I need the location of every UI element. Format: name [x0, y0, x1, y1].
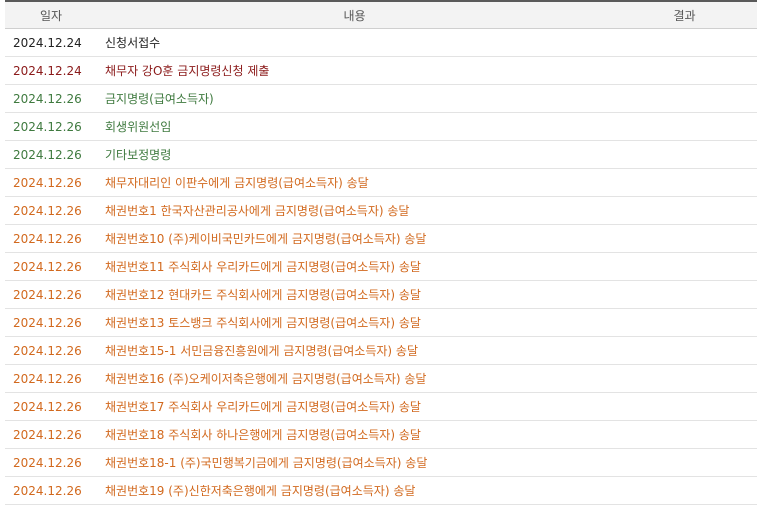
date-cell: 2024.12.26	[5, 224, 97, 253]
content-cell: 채권번호15-1 서민금융진흥원에게 금지명령(급여소득자) 송달	[97, 336, 612, 365]
table-row: 2024.12.26 채권번호13 토스뱅크 주식회사에게 금지명령(급여소득자)…	[5, 308, 757, 337]
result-cell	[612, 168, 757, 197]
result-cell	[612, 112, 757, 141]
result-cell	[612, 336, 757, 365]
date-cell: 2024.12.26	[5, 84, 97, 113]
result-cell	[612, 364, 757, 393]
table-row: 2024.12.26 채권번호17 주식회사 우리카드에게 금지명령(급여소득자)…	[5, 392, 757, 421]
result-cell	[612, 476, 757, 505]
table-row: 2024.12.26 채권번호15-1 서민금융진흥원에게 금지명령(급여소득자)…	[5, 336, 757, 365]
column-header-date: 일자	[5, 0, 97, 29]
date-cell: 2024.12.26	[5, 252, 97, 281]
content-cell: 채무자대리인 이판수에게 금지명령(급여소득자) 송달	[97, 168, 612, 197]
content-cell: 채권번호17 주식회사 우리카드에게 금지명령(급여소득자) 송달	[97, 392, 612, 421]
date-cell: 2024.12.26	[5, 336, 97, 365]
content-cell: 채권번호16 (주)오케이저축은행에게 금지명령(급여소득자) 송달	[97, 364, 612, 393]
result-cell	[612, 140, 757, 169]
result-cell	[612, 392, 757, 421]
result-cell	[612, 252, 757, 281]
date-cell: 2024.12.24	[5, 28, 97, 57]
column-header-content: 내용	[97, 0, 612, 29]
table-row: 2024.12.26 채무자대리인 이판수에게 금지명령(급여소득자) 송달	[5, 168, 757, 197]
table-row: 2024.12.24 신청서접수	[5, 28, 757, 57]
table-body: 2024.12.24 신청서접수 2024.12.24 채무자 강O훈 금지명령신청…	[5, 28, 757, 505]
date-cell: 2024.12.26	[5, 308, 97, 337]
table-row: 2024.12.26 채권번호18-1 (주)국민행복기금에게 금지명령(급여소득…	[5, 448, 757, 477]
result-cell	[612, 196, 757, 225]
date-cell: 2024.12.26	[5, 420, 97, 449]
result-cell	[612, 308, 757, 337]
column-header-result: 결과	[612, 0, 757, 29]
date-cell: 2024.12.26	[5, 476, 97, 505]
table-row: 2024.12.24 채무자 강O훈 금지명령신청 제출	[5, 56, 757, 85]
content-cell: 채권번호18 주식회사 하나은행에게 금지명령(급여소득자) 송달	[97, 420, 612, 449]
content-cell: 금지명령(급여소득자)	[97, 84, 612, 113]
case-progress-table-container: 일자 내용 결과 2024.12.24 신청서접수 2024.12.24 채무자 강…	[5, 0, 757, 505]
date-cell: 2024.12.26	[5, 112, 97, 141]
table-row: 2024.12.26 금지명령(급여소득자)	[5, 84, 757, 113]
date-cell: 2024.12.26	[5, 280, 97, 309]
case-progress-table: 일자 내용 결과 2024.12.24 신청서접수 2024.12.24 채무자 강…	[5, 0, 757, 505]
content-cell: 회생위원선임	[97, 112, 612, 141]
date-cell: 2024.12.26	[5, 140, 97, 169]
result-cell	[612, 84, 757, 113]
table-row: 2024.12.26 채권번호18 주식회사 하나은행에게 금지명령(급여소득자)…	[5, 420, 757, 449]
date-cell: 2024.12.24	[5, 56, 97, 85]
content-cell: 채권번호19 (주)신한저축은행에게 금지명령(급여소득자) 송달	[97, 476, 612, 505]
table-row: 2024.12.26 채권번호16 (주)오케이저축은행에게 금지명령(급여소득자…	[5, 364, 757, 393]
content-cell: 기타보정명령	[97, 140, 612, 169]
result-cell	[612, 56, 757, 85]
date-cell: 2024.12.26	[5, 168, 97, 197]
table-row: 2024.12.26 채권번호12 현대카드 주식회사에게 금지명령(급여소득자)…	[5, 280, 757, 309]
header-row: 일자 내용 결과	[5, 0, 757, 29]
content-cell: 채권번호1 한국자산관리공사에게 금지명령(급여소득자) 송달	[97, 196, 612, 225]
content-cell: 신청서접수	[97, 28, 612, 57]
result-cell	[612, 420, 757, 449]
content-cell: 채권번호11 주식회사 우리카드에게 금지명령(급여소득자) 송달	[97, 252, 612, 281]
content-cell: 채권번호13 토스뱅크 주식회사에게 금지명령(급여소득자) 송달	[97, 308, 612, 337]
result-cell	[612, 224, 757, 253]
date-cell: 2024.12.26	[5, 364, 97, 393]
content-cell: 채권번호10 (주)케이비국민카드에게 금지명령(급여소득자) 송달	[97, 224, 612, 253]
date-cell: 2024.12.26	[5, 448, 97, 477]
table-row: 2024.12.26 채권번호19 (주)신한저축은행에게 금지명령(급여소득자)…	[5, 476, 757, 505]
result-cell	[612, 280, 757, 309]
content-cell: 채무자 강O훈 금지명령신청 제출	[97, 56, 612, 85]
table-header: 일자 내용 결과	[5, 0, 757, 29]
table-row: 2024.12.26 채권번호10 (주)케이비국민카드에게 금지명령(급여소득자…	[5, 224, 757, 253]
content-cell: 채권번호12 현대카드 주식회사에게 금지명령(급여소득자) 송달	[97, 280, 612, 309]
date-cell: 2024.12.26	[5, 392, 97, 421]
content-cell: 채권번호18-1 (주)국민행복기금에게 금지명령(급여소득자) 송달	[97, 448, 612, 477]
table-row: 2024.12.26 회생위원선임	[5, 112, 757, 141]
date-cell: 2024.12.26	[5, 196, 97, 225]
result-cell	[612, 28, 757, 57]
table-row: 2024.12.26 채권번호11 주식회사 우리카드에게 금지명령(급여소득자)…	[5, 252, 757, 281]
table-row: 2024.12.26 기타보정명령	[5, 140, 757, 169]
table-row: 2024.12.26 채권번호1 한국자산관리공사에게 금지명령(급여소득자) 송…	[5, 196, 757, 225]
result-cell	[612, 448, 757, 477]
